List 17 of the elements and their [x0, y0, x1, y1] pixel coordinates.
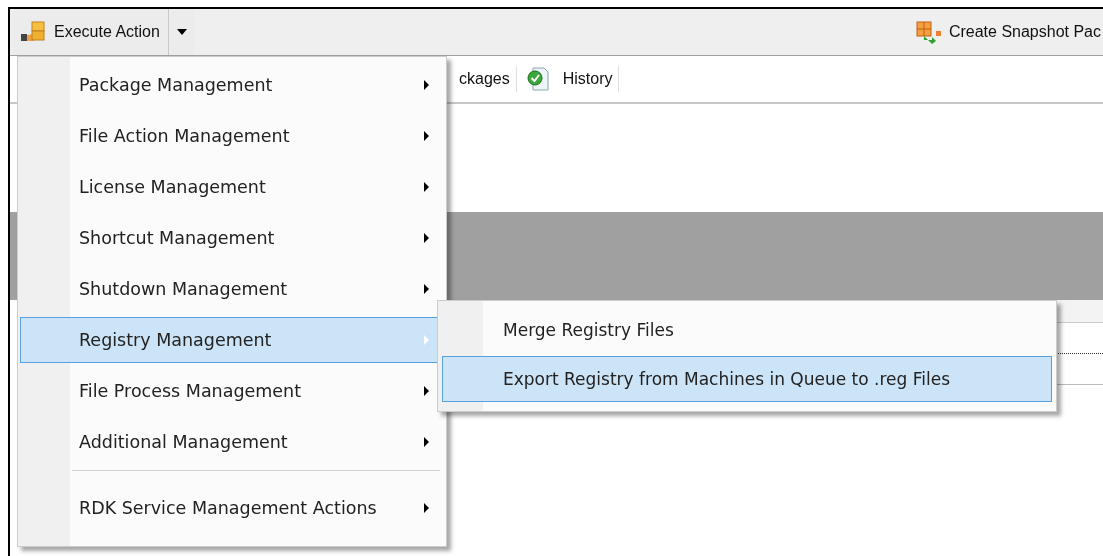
caret-icon — [176, 29, 187, 35]
menu-item[interactable]: RDK Service Management Actions — [20, 485, 444, 531]
menu-item[interactable]: Export Registry from Machines in Queue to .reg Files — [442, 356, 1052, 402]
menu-item[interactable]: Shortcut Management — [20, 215, 444, 261]
boxes-icon — [20, 20, 48, 44]
tab[interactable]: ckages — [453, 66, 517, 92]
menu-item[interactable]: File Process Management — [20, 368, 444, 414]
menu-item[interactable]: File Action Management — [20, 113, 444, 159]
snapshot-icon — [914, 20, 943, 44]
tab[interactable]: History — [556, 66, 620, 92]
menu-item[interactable]: Package Management — [20, 62, 444, 108]
menu-item[interactable]: Merge Registry Files — [442, 307, 1052, 353]
create-snapshot-button[interactable]: Create Snapshot Pac — [906, 20, 1103, 44]
menu-item[interactable]: License Management — [20, 164, 444, 210]
document-check-icon — [526, 67, 549, 91]
menu-item[interactable]: Additional Management — [20, 419, 444, 465]
menu-item[interactable]: Shutdown Management — [20, 266, 444, 312]
